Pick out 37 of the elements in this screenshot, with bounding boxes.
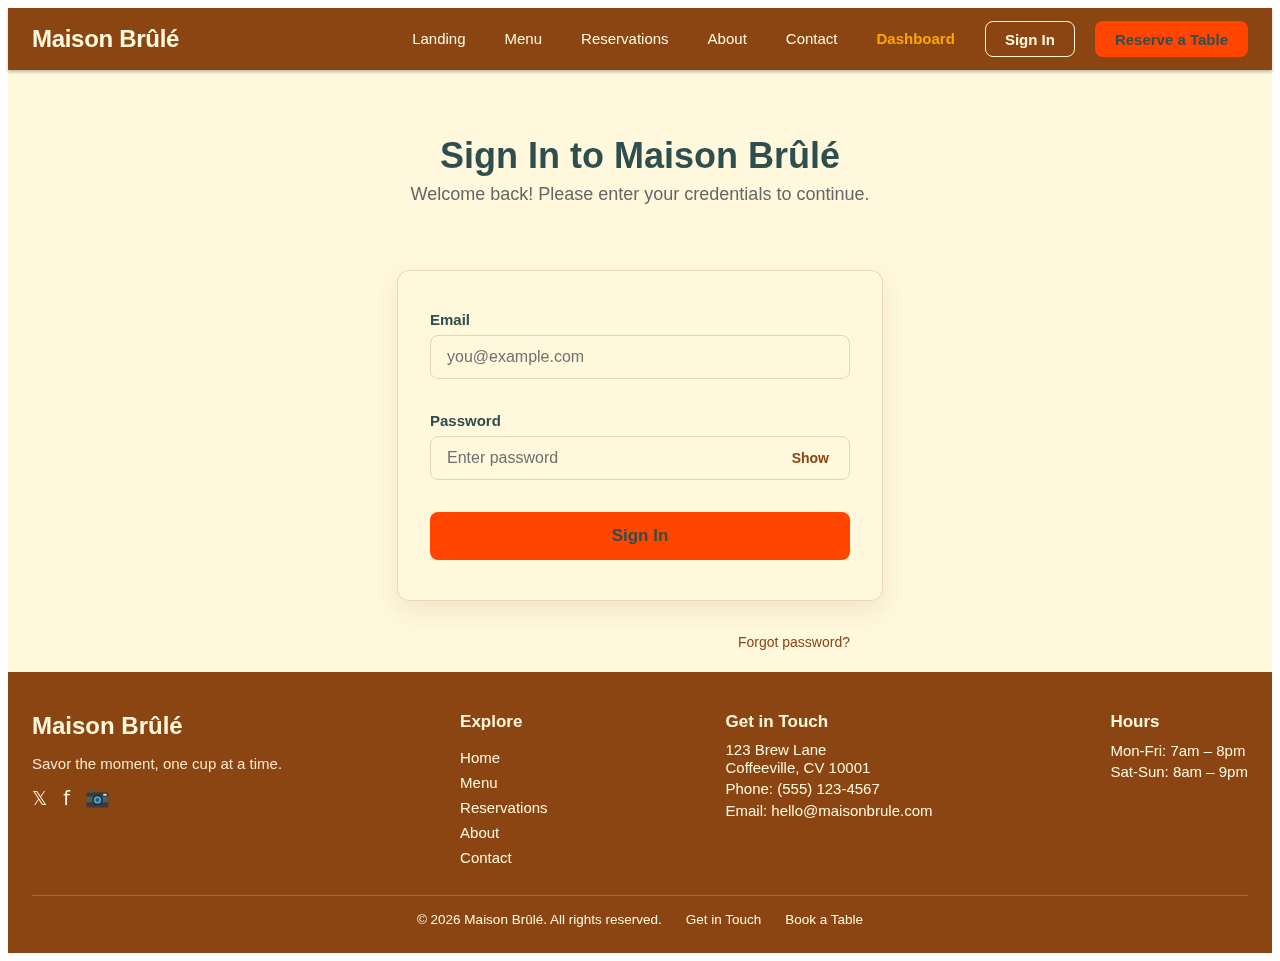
nav-link[interactable]: Reservations <box>573 27 677 51</box>
email-input[interactable]: you@example.com <box>430 335 850 379</box>
footer-link[interactable]: Menu <box>460 774 498 791</box>
field-label: Email <box>430 311 472 329</box>
nav-link[interactable]: Menu <box>496 27 551 51</box>
copyright-text: © 2026 Maison Brûlé. All rights reserved. <box>416 911 662 929</box>
field-label: Password <box>430 412 502 430</box>
footer-heading: Explore <box>460 712 524 732</box>
footer-bottom-link[interactable]: Book a Table <box>785 911 864 929</box>
footer-hours-line: Mon-Fri: 7am – 8pm <box>1110 742 1247 759</box>
footer-bottom-link[interactable]: Get in Touch <box>685 911 762 929</box>
footer-heading: Hours <box>1110 712 1161 732</box>
page-subtitle: Welcome back! Please enter your credentials to continue. <box>410 183 870 206</box>
forgot-password-link[interactable]: Forgot password? <box>737 632 850 652</box>
social-link[interactable]: f <box>63 789 70 808</box>
password-input[interactable]: Enter password Show <box>430 436 850 480</box>
show-password-button[interactable]: Show <box>791 451 829 465</box>
footer-heading: Get in Touch <box>725 712 830 732</box>
sign-in-button[interactable]: Sign In <box>984 21 1075 57</box>
footer-address: 123 Brew Lane Coffeeville, CV 10001 <box>725 741 872 777</box>
camera-icon[interactable] <box>86 789 109 808</box>
footer-link[interactable]: Contact <box>460 849 512 866</box>
footer-link[interactable]: Reservations <box>460 799 548 816</box>
logo[interactable]: Maison Brûlé <box>32 23 180 55</box>
nav-link[interactable]: About <box>699 27 755 51</box>
social-link[interactable]: 𝕏 <box>32 789 48 808</box>
footer-phone: Phone: (555) 123-4567 <box>725 780 881 798</box>
footer-link[interactable]: Home <box>460 749 501 766</box>
footer-logo: Maison Brûlé <box>32 712 184 740</box>
nav-link[interactable]: Landing <box>404 27 474 51</box>
footer-hours-line: Sat-Sun: 8am – 9pm <box>1110 763 1248 780</box>
page-title: Sign In to Maison Brûlé <box>440 134 840 177</box>
nav-link[interactable]: Contact <box>777 27 846 51</box>
footer-email: Email: hello@maisonbrule.com <box>725 802 933 820</box>
footer-link[interactable]: About <box>460 824 500 841</box>
footer-tagline: Savor the moment, one cup at a time. <box>32 755 283 772</box>
nav-link[interactable]: Dashboard <box>868 27 963 51</box>
